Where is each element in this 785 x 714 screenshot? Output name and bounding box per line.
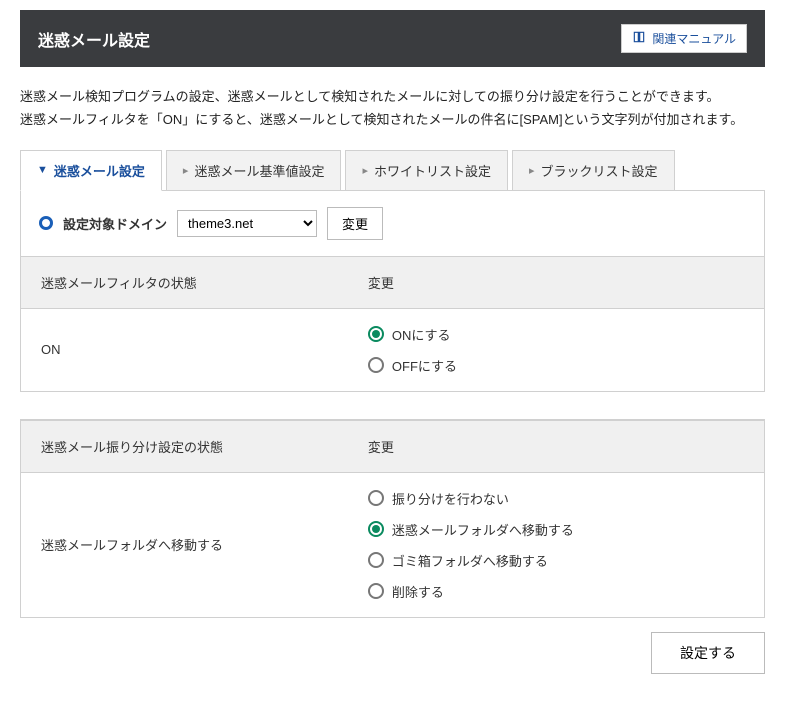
filter-current-state: ON [21,308,348,391]
domain-change-button[interactable]: 変更 [327,207,383,240]
page-title: 迷惑メール設定 [38,27,150,51]
radio-icon [368,552,384,568]
page-header: 迷惑メール設定 関連マニュアル [20,10,765,67]
tab-spam-settings[interactable]: ▼ 迷惑メール設定 [20,150,162,191]
header-change: 変更 [348,256,764,308]
radio-icon [368,521,384,537]
radio-sort-delete[interactable]: 削除する [368,582,744,601]
filter-state-table: 迷惑メールフィルタの状態 変更 ON ONにする OFFにする [21,256,764,391]
chevron-right-icon: ▸ [362,164,368,177]
chevron-right-icon: ▸ [529,164,535,177]
table-header-row: 迷惑メールフィルタの状態 変更 [21,256,764,308]
related-manual-button[interactable]: 関連マニュアル [621,24,747,53]
description-text: 迷惑メール検知プログラムの設定、迷惑メールとして検知されたメールに対しての振り分… [20,85,765,132]
radio-filter-off[interactable]: OFFにする [368,356,744,375]
radio-icon [368,326,384,342]
radio-sort-spam-folder[interactable]: 迷惑メールフォルダへ移動する [368,520,744,539]
radio-label: 迷惑メールフォルダへ移動する [392,520,574,539]
domain-select[interactable]: theme3.net [177,210,317,237]
domain-label: 設定対象ドメイン [63,214,167,233]
tab-blacklist-settings[interactable]: ▸ ブラックリスト設定 [512,150,675,191]
table-row: ON ONにする OFFにする [21,308,764,391]
sort-state-table: 迷惑メール振り分け設定の状態 変更 迷惑メールフォルダへ移動する 振り分けを行わ… [21,420,764,617]
domain-selector-row: 設定対象ドメイン theme3.net 変更 [21,191,764,256]
radio-label: 削除する [392,582,444,601]
tab-threshold-settings[interactable]: ▸ 迷惑メール基準値設定 [166,150,342,191]
radio-label: ゴミ箱フォルダへ移動する [392,551,548,570]
tab-label: ブラックリスト設定 [541,161,658,180]
description-line-2: 迷惑メールフィルタを「ON」にすると、迷惑メールとして検知されたメールの件名に[… [20,108,765,131]
chevron-down-icon: ▼ [37,164,48,176]
radio-sort-trash-folder[interactable]: ゴミ箱フォルダへ移動する [368,551,744,570]
radio-label: ONにする [392,325,451,344]
header-change: 変更 [348,420,764,472]
settings-tabs: ▼ 迷惑メール設定 ▸ 迷惑メール基準値設定 ▸ ホワイトリスト設定 ▸ ブラッ… [20,150,765,191]
filter-radio-group: ONにする OFFにする [368,325,744,375]
footer-actions: 設定する [20,632,765,674]
sort-change-cell: 振り分けを行わない 迷惑メールフォルダへ移動する ゴミ箱フォルダへ移動する 削除… [348,472,764,617]
radio-icon [368,357,384,373]
sort-radio-group: 振り分けを行わない 迷惑メールフォルダへ移動する ゴミ箱フォルダへ移動する 削除… [368,489,744,601]
tab-label: ホワイトリスト設定 [374,161,491,180]
submit-button[interactable]: 設定する [651,632,765,674]
book-icon [632,30,646,47]
description-line-1: 迷惑メール検知プログラムの設定、迷惑メールとして検知されたメールに対しての振り分… [20,85,765,108]
chevron-right-icon: ▸ [183,164,189,177]
radio-icon [368,583,384,599]
related-manual-label: 関連マニュアル [652,30,736,47]
table-header-row: 迷惑メール振り分け設定の状態 変更 [21,420,764,472]
sort-panel: 迷惑メール振り分け設定の状態 変更 迷惑メールフォルダへ移動する 振り分けを行わ… [20,419,765,618]
filter-change-cell: ONにする OFFにする [348,308,764,391]
radio-filter-on[interactable]: ONにする [368,325,744,344]
tab-whitelist-settings[interactable]: ▸ ホワイトリスト設定 [345,150,508,191]
sort-current-state: 迷惑メールフォルダへ移動する [21,472,348,617]
header-state: 迷惑メールフィルタの状態 [21,256,348,308]
tab-label: 迷惑メール基準値設定 [194,161,324,180]
circle-bullet-icon [39,216,53,230]
radio-label: OFFにする [392,356,457,375]
table-row: 迷惑メールフォルダへ移動する 振り分けを行わない 迷惑メールフォルダへ移動する … [21,472,764,617]
header-state: 迷惑メール振り分け設定の状態 [21,420,348,472]
radio-icon [368,490,384,506]
domain-panel: 設定対象ドメイン theme3.net 変更 迷惑メールフィルタの状態 変更 O… [20,190,765,392]
radio-sort-none[interactable]: 振り分けを行わない [368,489,744,508]
tab-label: 迷惑メール設定 [54,161,145,180]
radio-label: 振り分けを行わない [392,489,509,508]
